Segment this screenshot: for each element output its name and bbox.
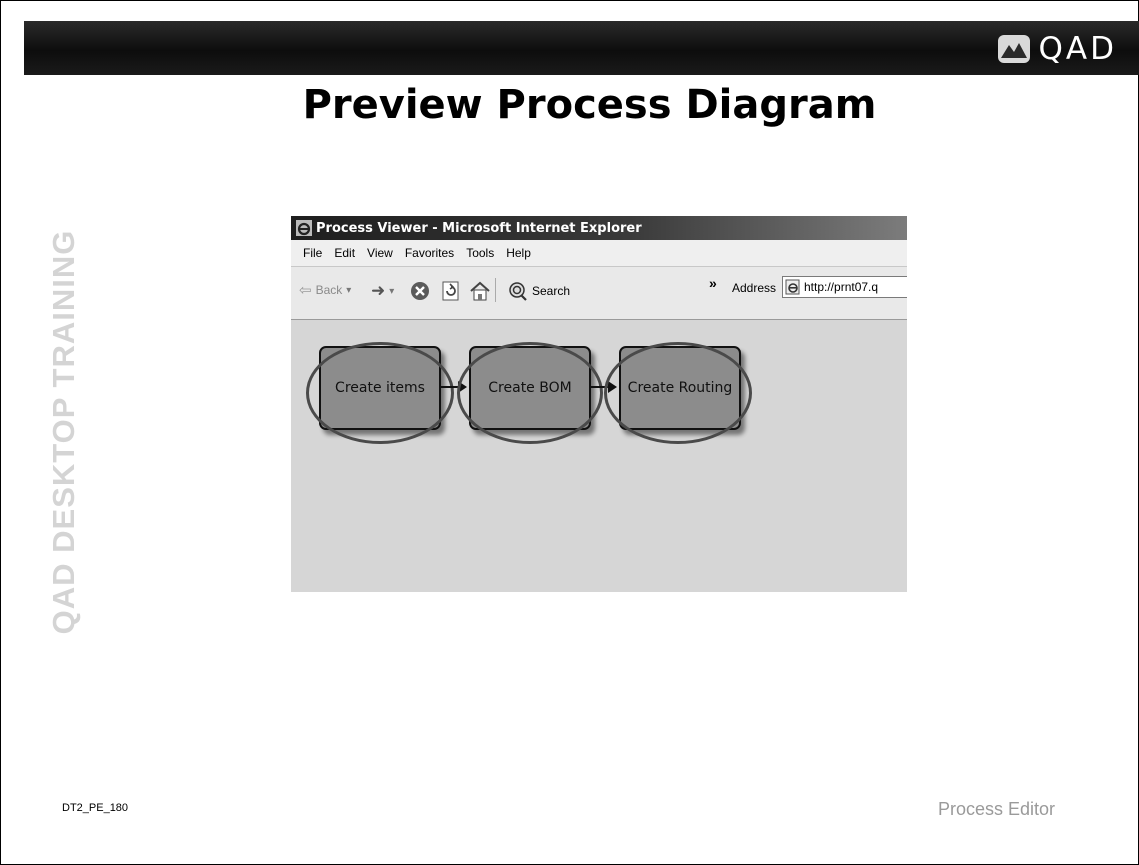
qad-logo-mark-icon (997, 35, 1030, 63)
home-button[interactable] (469, 281, 491, 301)
connector-arrow-icon (458, 381, 467, 393)
address-label: Address (732, 281, 777, 295)
menu-file[interactable]: File (303, 246, 322, 260)
toolbar-overflow-chevron[interactable]: » (709, 275, 717, 291)
toolbar-separator (495, 278, 496, 302)
menu-view[interactable]: View (367, 246, 393, 260)
stop-icon (411, 282, 429, 300)
menu-edit[interactable]: Edit (334, 246, 355, 260)
back-label: Back (315, 283, 343, 297)
qad-logo: QAD (997, 31, 1117, 67)
top-banner: QAD (24, 21, 1139, 75)
home-icon (470, 281, 490, 301)
refresh-button[interactable] (441, 281, 461, 301)
page-icon (785, 279, 800, 295)
stop-button[interactable] (410, 281, 430, 301)
window-titlebar: Process Viewer - Microsoft Internet Expl… (291, 216, 907, 240)
window-title: Process Viewer - Microsoft Internet Expl… (316, 220, 642, 236)
section-title: Process Editor (937, 799, 1055, 819)
node-create-routing[interactable]: Create Routing (619, 346, 741, 430)
forward-arrow-icon: ➜ (371, 281, 386, 300)
search-label: Search (532, 284, 571, 298)
refresh-icon (442, 281, 459, 301)
slide-code: DT2_PE_180 (62, 802, 129, 814)
node-create-bom[interactable]: Create BOM (469, 346, 591, 430)
back-dropdown-icon[interactable]: ▾ (346, 285, 351, 296)
forward-dropdown-icon[interactable]: ▾ (389, 286, 394, 297)
internet-explorer-icon (296, 220, 312, 236)
node-label: Create BOM (488, 380, 572, 396)
back-button[interactable]: ⇦ Back ▾ (299, 281, 355, 299)
node-label: Create items (335, 380, 425, 396)
search-button[interactable]: Search (507, 281, 570, 301)
address-value: http://prnt07.q (804, 280, 879, 294)
node-label: Create Routing (627, 380, 733, 396)
search-icon (509, 282, 527, 301)
connector-line (441, 386, 458, 388)
browser-screenshot: Process Viewer - Microsoft Internet Expl… (291, 216, 907, 592)
browser-toolbar: ⇦ Back ▾ ➜ ▾ Search » Address http://prn… (291, 266, 907, 320)
menu-bar: File Edit View Favorites Tools Help (291, 240, 907, 266)
menu-tools[interactable]: Tools (466, 246, 494, 260)
menu-help[interactable]: Help (506, 246, 531, 260)
process-diagram-canvas: Create items Create BOM Create Routing (291, 320, 907, 592)
forward-button[interactable]: ➜ ▾ (371, 281, 398, 301)
logo-text: QAD (1038, 31, 1117, 67)
connector-arrow-icon (608, 381, 617, 393)
back-arrow-icon: ⇦ (299, 282, 312, 299)
side-label: QAD DESKTOP TRAINING (46, 229, 81, 635)
node-create-items[interactable]: Create items (319, 346, 441, 430)
slide-title: Preview Process Diagram (302, 82, 877, 128)
menu-favorites[interactable]: Favorites (405, 246, 454, 260)
address-field[interactable]: http://prnt07.q (782, 276, 907, 298)
connector-line (591, 386, 608, 388)
